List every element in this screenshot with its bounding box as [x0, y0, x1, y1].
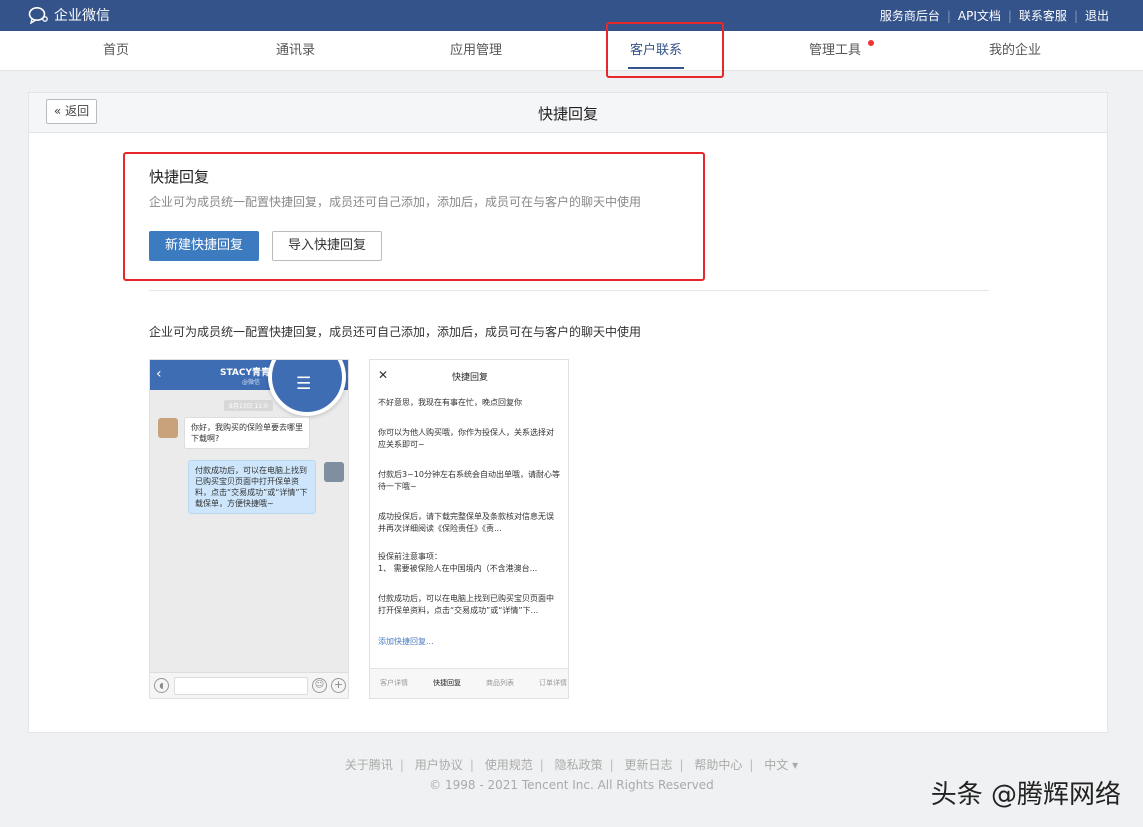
quick-reply-panel-title: 快捷回复	[451, 373, 488, 383]
menu-icon: ☰	[296, 374, 312, 394]
nav-label: 管理工具	[809, 43, 862, 58]
incoming-message: 你好，我购买的保险单要去哪里下载啊?	[184, 417, 310, 449]
nav-item-app-management[interactable]: 应用管理	[450, 31, 502, 71]
tab-quick-reply: 快捷回复	[433, 679, 461, 687]
emoji-icon: ☺	[312, 678, 327, 693]
chat-date: 8月13日 11:0	[224, 400, 273, 411]
nav-item-home[interactable]: 首页	[103, 31, 129, 71]
highlight-box	[606, 22, 724, 78]
add-quick-reply-link: 添加快捷回复...	[378, 637, 434, 646]
quick-reply-item: 付款后3~10分钟左右系统会自动出单哦，请耐心等待一下哦~	[378, 470, 560, 491]
card-header: « 返回 快捷回复	[29, 93, 1107, 133]
outgoing-message: 付款成功后，可以在电脑上找到已购买宝贝页面中打开保单资料，点击“交易成功”或“详…	[188, 460, 316, 514]
nav-item-my-company[interactable]: 我的企业	[989, 31, 1041, 71]
nav-item-management-tools[interactable]: 管理工具	[809, 31, 861, 71]
nav-label: 通讯录	[276, 43, 316, 58]
avatar	[324, 462, 344, 482]
divider: |	[1007, 8, 1012, 23]
brand-name: 企业微信	[54, 8, 110, 24]
divider: |	[749, 758, 754, 772]
chat-input-bar: ◖ ☺ +	[150, 672, 348, 698]
quick-reply-item: 付款成功后，可以在电脑上找到已购买宝贝页面中打开保单资料，点击“交易成功”或“详…	[378, 594, 554, 615]
divider: |	[539, 758, 544, 772]
top-bar: 企业微信 服务商后台 | API文档 | 联系客服 | 退出	[0, 0, 1143, 31]
divider: |	[469, 758, 474, 772]
page-title: 快捷回复	[537, 105, 598, 123]
panel-tab-bar: 客户详情 快捷回复 商品列表 订单详情	[370, 668, 568, 698]
divider: |	[679, 758, 684, 772]
usage-rules-link[interactable]: 使用规范	[485, 758, 533, 772]
changelog-link[interactable]: 更新日志	[624, 758, 672, 772]
quick-reply-item: 投保前注意事项： 1、 需要被保险人在中国境内（不含港澳台...	[378, 552, 538, 573]
privacy-policy-link[interactable]: 隐私政策	[555, 758, 603, 772]
divider: |	[399, 758, 404, 772]
api-docs-link[interactable]: API文档	[958, 7, 1001, 24]
divider: |	[1073, 8, 1078, 23]
watermark-text: 头条 @腾辉网络	[930, 780, 1121, 810]
logout-link[interactable]: 退出	[1085, 7, 1109, 24]
notification-dot	[868, 40, 874, 46]
quick-reply-item: 不好意思，我现在有事在忙，晚点回复你	[378, 398, 522, 407]
chat-subtitle: @微信	[242, 379, 261, 386]
quick-reply-item: 你可以为他人购买哦，你作为投保人，关系选择对应关系即可~	[378, 428, 554, 449]
highlight-box	[123, 152, 705, 281]
nav-item-contacts[interactable]: 通讯录	[276, 31, 315, 71]
nav-label: 首页	[103, 43, 130, 58]
chevron-left-icon: ‹	[156, 366, 162, 382]
plus-icon: +	[331, 678, 346, 693]
tab-customer-details: 客户详情	[380, 679, 408, 687]
nav-label: 应用管理	[450, 43, 503, 58]
user-agreement-link[interactable]: 用户协议	[415, 758, 463, 772]
divider: |	[609, 758, 614, 772]
chat-input	[174, 677, 308, 695]
top-links: 服务商后台 | API文档 | 联系客服 | 退出	[880, 7, 1109, 24]
contact-support-link[interactable]: 联系客服	[1019, 7, 1067, 24]
divider: |	[946, 8, 951, 23]
footer-links: 关于腾讯 | 用户协议 | 使用规范 | 隐私政策 | 更新日志 | 帮助中心 | 中文 ▾	[0, 756, 1143, 773]
nav-label: 我的企业	[989, 43, 1042, 58]
quick-reply-preview-image: ✕ 快捷回复 不好意思，我现在有事在忙，晚点回复你 你可以为他人购买哦，你作为投…	[369, 359, 569, 699]
main-nav: 首页 通讯录 应用管理 客户联系 管理工具 我的企业	[0, 31, 1143, 71]
language-select[interactable]: 中文 ▾	[764, 758, 798, 772]
wework-logo-icon	[28, 7, 48, 24]
menu-highlight-circle: ☰	[268, 360, 346, 416]
provider-console-link[interactable]: 服务商后台	[880, 7, 940, 24]
intro-text: 企业可为成员统一配置快捷回复，成员还可自己添加，添加后，成员可在与客户的聊天中使…	[149, 325, 642, 339]
voice-icon: ◖	[154, 678, 169, 693]
help-center-link[interactable]: 帮助中心	[694, 758, 742, 772]
tab-order-details: 订单详情	[539, 679, 567, 687]
tab-product-list: 商品列表	[486, 679, 514, 687]
brand-logo[interactable]: 企业微信	[28, 5, 110, 25]
chat-preview-image: ‹ STACY青青 @微信 ☰ 8月13日 11:0 你好，我购买的保险单要去哪…	[149, 359, 349, 699]
about-tencent-link[interactable]: 关于腾讯	[345, 758, 393, 772]
section-divider	[149, 290, 989, 291]
quick-reply-item: 成功投保后，请下载完整保单及条款核对信息无误并再次详细阅读《保险责任》《责...	[378, 512, 554, 533]
avatar	[158, 418, 178, 438]
